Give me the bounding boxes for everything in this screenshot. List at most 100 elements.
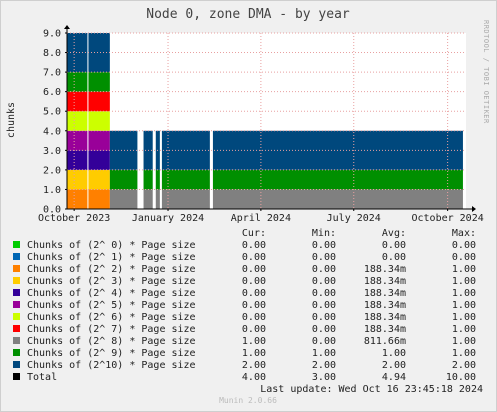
legend-value-cur: 1.00 (242, 336, 266, 347)
x-tick-label: October 2024 (412, 213, 484, 224)
x-tick-label: October 2023 (38, 213, 110, 224)
legend-value-cur: 0.00 (242, 252, 266, 263)
legend-value-min: 0.00 (312, 288, 336, 299)
legend-value-cur: 2.00 (242, 360, 266, 371)
legend-value-min: 0.00 (312, 300, 336, 311)
y-tick-label: 6.0 (43, 87, 61, 98)
plot-area (67, 33, 466, 209)
y-tick-label: 5.0 (43, 107, 61, 118)
legend-swatch (13, 289, 20, 296)
legend-value-avg: 0.00 (382, 240, 406, 251)
legend-series-name: Chunks of (2^ 1) * Page size (27, 252, 196, 263)
legend-value-max: 0.00 (452, 240, 476, 251)
legend-swatch (13, 337, 20, 344)
legend-value-max: 1.00 (452, 276, 476, 287)
data-gap (87, 33, 89, 209)
legend-value-cur: 0.00 (242, 312, 266, 323)
y-tick-label: 4.0 (43, 126, 61, 137)
legend-series-name: Chunks of (2^ 8) * Page size (27, 336, 196, 347)
last-update: Last update: Wed Oct 16 23:45:18 2024 (260, 384, 483, 395)
legend-value-max: 1.00 (452, 348, 476, 359)
legend-series-name: Chunks of (2^ 4) * Page size (27, 288, 196, 299)
y-tick-label: 3.0 (43, 146, 61, 157)
legend-swatch (13, 349, 20, 356)
munin-chart: Node 0, zone DMA - by year chunks RRDTOO… (6, 7, 490, 405)
area-band (109, 189, 463, 209)
legend-series-name: Chunks of (2^ 3) * Page size (27, 276, 196, 287)
legend-value-cur: 0.00 (242, 264, 266, 275)
legend-swatch (13, 265, 20, 272)
y-tick-label: 8.0 (43, 48, 61, 59)
data-gap (152, 33, 156, 209)
legend-value-cur: 0.00 (242, 300, 266, 311)
legend-value-avg: 188.34m (364, 276, 406, 287)
legend-series-name: Chunks of (2^10) * Page size (27, 360, 196, 371)
legend-value-min: 0.00 (312, 252, 336, 263)
legend-column-header: Cur: (242, 228, 266, 239)
munin-version: Munin 2.0.66 (219, 396, 277, 405)
legend-value-avg: 0.00 (382, 252, 406, 263)
y-axis-arrow (64, 25, 70, 29)
x-tick-label: January 2024 (132, 213, 204, 224)
rrdtool-credit: RRDTOOL / TOBI OETIKER (482, 20, 490, 124)
legend-value-avg: 4.94 (382, 372, 406, 383)
legend-value-max: 1.00 (452, 312, 476, 323)
legend-swatch (13, 313, 20, 320)
data-gap (159, 33, 162, 209)
y-tick-label: 1.0 (43, 185, 61, 196)
legend-value-cur: 4.00 (242, 372, 266, 383)
data-gap (209, 33, 213, 209)
legend-value-min: 0.00 (312, 276, 336, 287)
legend-value-avg: 188.34m (364, 324, 406, 335)
legend-value-avg: 1.00 (382, 348, 406, 359)
legend-swatch (13, 373, 20, 380)
legend-swatch (13, 301, 20, 308)
legend: Cur: Min: Avg: Max: Chunks of (2^ 0) * Page … (13, 228, 476, 383)
legend-value-min: 0.00 (312, 312, 336, 323)
legend-value-avg: 188.34m (364, 288, 406, 299)
legend-series-name: Chunks of (2^ 6) * Page size (27, 312, 196, 323)
legend-value-max: 1.00 (452, 288, 476, 299)
legend-swatch (13, 253, 20, 260)
legend-swatch (13, 361, 20, 368)
data-gap (137, 33, 144, 209)
legend-value-avg: 188.34m (364, 312, 406, 323)
legend-value-min: 3.00 (312, 372, 336, 383)
legend-value-min: 2.00 (312, 360, 336, 371)
legend-series-name: Chunks of (2^ 9) * Page size (27, 348, 196, 359)
legend-swatch (13, 277, 20, 284)
y-axis-label: chunks (6, 102, 17, 138)
legend-value-avg: 188.34m (364, 300, 406, 311)
legend-series-name: Chunks of (2^ 7) * Page size (27, 324, 196, 335)
y-tick-label: 2.0 (43, 165, 61, 176)
legend-value-min: 0.00 (312, 336, 336, 347)
legend-value-cur: 1.00 (242, 348, 266, 359)
legend-value-cur: 0.00 (242, 288, 266, 299)
legend-series-name: Total (27, 372, 57, 383)
legend-value-max: 1.00 (452, 300, 476, 311)
x-axis-arrow (472, 206, 476, 212)
legend-value-min: 0.00 (312, 324, 336, 335)
legend-value-avg: 2.00 (382, 360, 406, 371)
legend-value-max: 1.00 (452, 324, 476, 335)
legend-value-min: 0.00 (312, 264, 336, 275)
legend-column-header: Max: (452, 228, 476, 239)
legend-value-max: 1.00 (452, 336, 476, 347)
legend-swatch (13, 241, 20, 248)
legend-value-cur: 0.00 (242, 276, 266, 287)
legend-value-min: 1.00 (312, 348, 336, 359)
x-tick-label: April 2024 (231, 213, 291, 224)
chart-title: Node 0, zone DMA - by year (146, 7, 350, 22)
legend-series-name: Chunks of (2^ 2) * Page size (27, 264, 196, 275)
y-tick-label: 9.0 (43, 29, 61, 40)
legend-value-avg: 188.34m (364, 264, 406, 275)
legend-value-min: 0.00 (312, 240, 336, 251)
area-band (109, 169, 463, 190)
legend-column-header: Min: (312, 228, 336, 239)
legend-value-avg: 811.66m (364, 336, 406, 347)
legend-value-max: 1.00 (452, 264, 476, 275)
legend-value-cur: 0.00 (242, 324, 266, 335)
legend-value-max: 2.00 (452, 360, 476, 371)
legend-column-header: Avg: (382, 228, 406, 239)
legend-series-name: Chunks of (2^ 5) * Page size (27, 300, 196, 311)
